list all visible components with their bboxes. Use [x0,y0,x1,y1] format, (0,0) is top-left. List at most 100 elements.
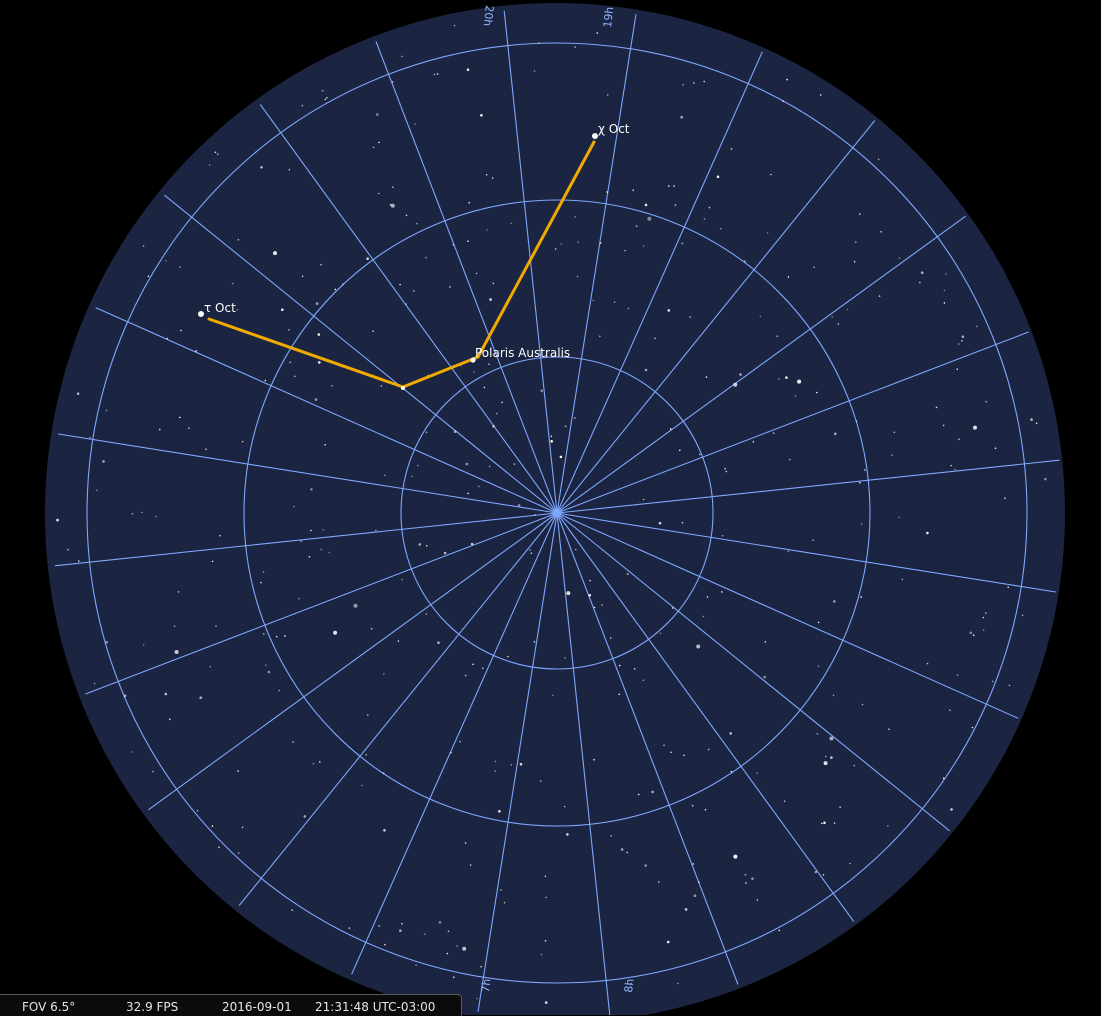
background-star [530,552,533,554]
background-star [744,874,747,876]
background-star [417,464,419,467]
background-star [281,308,284,312]
background-star [958,438,960,441]
background-star [179,416,181,419]
background-star [310,488,313,491]
background-star [437,641,440,644]
background-star [333,630,338,635]
background-star [589,579,591,582]
background-star [696,644,701,649]
background-star [961,340,963,342]
background-star [787,276,790,278]
background-star [812,539,814,541]
background-star [314,398,318,401]
background-star [500,889,502,891]
background-star [476,997,478,1000]
background-star [378,925,380,927]
background-star [308,556,311,558]
background-star [159,428,161,431]
background-star [489,298,492,301]
background-star [416,222,418,225]
background-star [794,395,797,397]
background-star [348,927,351,929]
star-unnamed[interactable] [401,386,405,390]
background-star [498,810,501,813]
background-star [719,227,722,230]
background-star [633,668,636,670]
background-star [56,518,59,522]
background-star [467,240,469,242]
background-star [563,805,566,808]
background-star [763,675,766,679]
background-star [380,385,383,387]
background-star [216,153,219,156]
background-star [318,361,321,364]
background-star [141,511,143,514]
fps-readout: 32.9 FPS [126,1000,179,1014]
background-star [829,736,834,741]
sky-view[interactable]: χ Oct Polaris Australis τ Oct 20h 19h 7h… [0,0,1101,1015]
background-star [559,455,563,459]
background-star [334,288,337,291]
background-star [488,363,490,366]
background-star [208,164,211,166]
background-star [669,428,672,430]
background-star [164,692,168,696]
background-star [626,851,628,854]
background-star [540,953,543,956]
background-star [954,468,956,471]
background-star [517,503,521,507]
background-star [601,604,603,606]
background-star [893,431,896,434]
background-star [453,24,456,27]
background-star [496,412,498,415]
background-star [739,373,742,376]
background-star [813,266,815,269]
background-star [211,825,214,827]
background-star [324,443,327,446]
background-star [644,203,648,207]
background-star [413,290,415,292]
background-star [666,940,670,944]
background-star [378,192,380,195]
background-star [733,854,738,859]
background-star [503,901,506,904]
background-star [321,90,324,92]
background-star [533,641,536,643]
hour-label-20h: 20h [481,5,496,27]
background-star [293,505,295,508]
background-star [414,123,416,125]
background-star [262,571,265,573]
background-star [147,275,150,278]
background-star [880,231,882,233]
background-star [426,544,428,547]
background-star [218,846,220,849]
background-star [165,260,167,262]
background-star [342,283,344,285]
background-star [821,822,823,825]
background-star [319,761,321,763]
fov-readout: FOV 6.5° [22,1000,76,1014]
background-star [651,790,654,794]
background-star [1035,422,1038,425]
background-star [982,616,985,619]
background-star [273,251,277,256]
background-star [756,772,758,774]
background-star [533,70,536,72]
background-star [310,529,312,532]
background-star [721,591,723,593]
background-star [564,425,567,428]
background-star [288,329,290,331]
background-star [289,361,292,364]
background-star [575,548,577,551]
background-star [433,73,436,76]
background-star [855,241,857,243]
background-star [693,82,695,84]
background-star [236,309,239,311]
background-star [488,465,491,468]
background-star [510,764,513,766]
background-star [188,427,190,430]
background-star [453,430,457,434]
background-star [539,780,542,782]
background-star [725,470,728,473]
